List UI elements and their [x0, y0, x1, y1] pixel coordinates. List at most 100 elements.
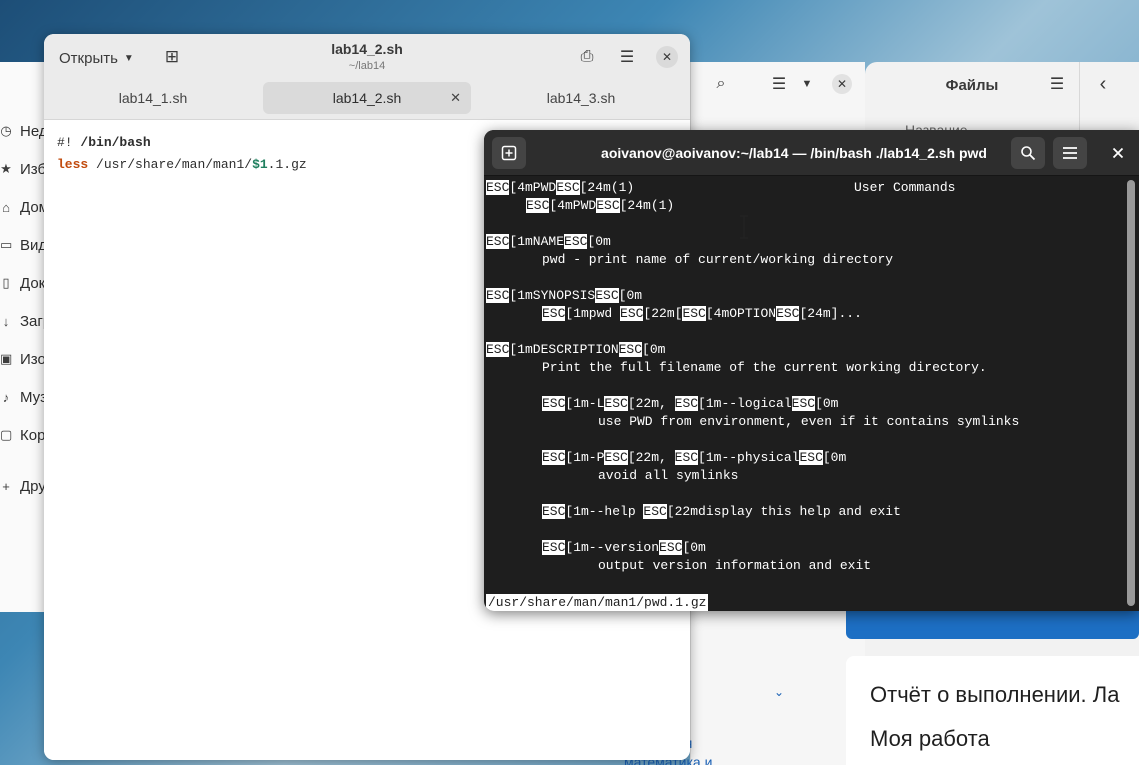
menu-icon[interactable]: [1053, 137, 1087, 169]
document-card: Отчёт о выполнении. Ла Моя работа: [846, 656, 1139, 765]
terminal-line: ESC[4mPWDESC[24m(1) User Commands: [486, 179, 955, 197]
terminal-scrollbar[interactable]: [1127, 180, 1135, 606]
esc-marker: ESC: [486, 180, 510, 195]
home-icon: ⌂: [2, 199, 10, 215]
new-tab-icon[interactable]: [492, 137, 526, 169]
terminal-text: [0m: [587, 234, 611, 249]
sidebar-item-label: Док: [20, 274, 46, 292]
terminal-text: [1m--version: [565, 540, 660, 555]
text-cursor-icon: [739, 215, 749, 239]
esc-marker: ESC: [618, 342, 643, 357]
terminal-text: [1mSYNOPSIS: [509, 288, 596, 303]
esc-marker: ESC: [486, 234, 510, 249]
search-icon[interactable]: ⌕: [709, 72, 733, 96]
terminal-line: use PWD from environment, even if it con…: [598, 414, 1020, 429]
terminal-line: avoid all symlinks: [598, 468, 739, 483]
esc-marker: ESC: [542, 396, 566, 411]
terminal-output[interactable]: ESC[4mPWDESC[24m(1) User Commands ESC[4mP…: [484, 177, 1124, 611]
terminal-text: [1mpwd: [565, 306, 621, 321]
editor-subtitle: ~/lab14: [348, 60, 386, 72]
sidebar-item-starred[interactable]: ★ Изб: [0, 156, 46, 182]
esc-marker: ESC: [791, 396, 816, 411]
tab-label: lab14_2.sh: [332, 90, 402, 106]
close-icon[interactable]: ✕: [450, 90, 461, 106]
sidebar-item-other-locations[interactable]: + Дру: [0, 473, 46, 499]
close-icon[interactable]: ✕: [656, 46, 678, 68]
menu-icon[interactable]: ☰: [1045, 72, 1069, 96]
terminal-line: output version information and exit: [598, 558, 872, 573]
search-icon[interactable]: [1011, 137, 1045, 169]
esc-marker: ESC: [674, 396, 699, 411]
close-icon[interactable]: [1101, 137, 1135, 169]
esc-marker: ESC: [643, 504, 667, 519]
sidebar-item-home[interactable]: ⌂ Дом: [0, 194, 49, 220]
open-button[interactable]: Открыть ▼: [59, 47, 134, 69]
sidebar-item-trash[interactable]: ▢ Кор: [0, 422, 45, 448]
sidebar-item-recent[interactable]: ◷ Нед: [0, 118, 47, 144]
code-line: less /usr/share/man/man1/$1.1.gz: [57, 154, 307, 176]
chevron-down-icon[interactable]: ▼: [797, 72, 817, 96]
terminal-text: [1m--logical: [698, 396, 792, 411]
terminal-text: [0m: [822, 450, 847, 465]
terminal-line: pwd - print name of current/working dire…: [542, 252, 894, 267]
chevron-left-icon[interactable]: ‹: [1091, 72, 1115, 96]
esc-marker: ESC: [556, 180, 580, 195]
sidebar-item-documents[interactable]: ▯ Док: [0, 270, 45, 296]
esc-marker: ESC: [674, 450, 699, 465]
chevron-down-icon: ▼: [123, 52, 134, 64]
tab-label: lab14_3.sh: [546, 90, 616, 106]
terminal-text: [22mdisplay this help and exit: [666, 504, 901, 519]
list-view-icon[interactable]: ☰: [767, 72, 791, 96]
command-keyword: less: [57, 157, 89, 172]
shebang: #!: [57, 135, 73, 150]
editor-headerbar: Открыть ▼ ⊞ lab14_2.sh ~/lab14 ⎙ ☰ ✕: [44, 34, 690, 82]
web-banner: [846, 611, 1139, 639]
tab-lab14-2[interactable]: lab14_2.sh ✕: [263, 82, 471, 114]
terminal-headerbar: aoivanov@aoivanov:~/lab14 — /bin/bash ./…: [484, 130, 1139, 176]
editor-title: lab14_2.sh: [331, 41, 403, 57]
sidebar-item-label: Изо: [20, 350, 46, 368]
star-icon: ★: [0, 161, 12, 176]
tab-lab14-1[interactable]: lab14_1.sh: [50, 82, 256, 114]
sidebar-item-videos[interactable]: ▭ Вид: [0, 232, 47, 258]
esc-marker: ESC: [526, 198, 550, 213]
terminal-line: ESC[1mpwd ESC[22m[ESC[4mOPTIONESC[24m]..…: [542, 305, 862, 323]
esc-marker: ESC: [542, 450, 566, 465]
sidebar-item-pictures[interactable]: ▣ Изо: [0, 346, 46, 372]
esc-marker: ESC: [776, 306, 800, 321]
document-heading: Отчёт о выполнении. Ла: [870, 682, 1120, 707]
terminal-line: ESC[1m-PESC[22m, ESC[1m--physicalESC[0m: [542, 449, 846, 467]
sidebar-item-label: Изб: [20, 160, 47, 178]
sidebar-item-label: Муз: [20, 388, 48, 406]
tab-lab14-3[interactable]: lab14_3.sh: [478, 82, 684, 114]
esc-marker: ESC: [542, 306, 566, 321]
terminal-title: aoivanov@aoivanov:~/lab14 — /bin/bash ./…: [601, 145, 987, 161]
terminal-text: [24m(1): [619, 198, 675, 213]
esc-marker: ESC: [799, 450, 823, 465]
pager-status-line: /usr/share/man/man1/pwd.1.gz: [486, 594, 709, 611]
terminal-line: ESC[1mDESCRIPTIONESC[0m: [486, 341, 665, 359]
terminal-line: ESC[4mPWDESC[24m(1): [526, 197, 674, 215]
terminal-line: Print the full filename of the current w…: [542, 360, 987, 375]
new-tab-icon[interactable]: ⊞: [162, 46, 182, 68]
esc-marker: ESC: [596, 198, 620, 213]
clock-icon: ◷: [0, 123, 12, 138]
terminal-text: [1m--help: [565, 504, 644, 519]
sidebar-item-label: Кор: [20, 426, 46, 444]
terminal-line: ESC[1m-LESC[22m, ESC[1m--logicalESC[0m: [542, 395, 838, 413]
terminal-text: [1mDESCRIPTION: [509, 342, 619, 357]
chevron-down-icon[interactable]: ⌄: [769, 682, 789, 702]
close-icon[interactable]: ✕: [832, 74, 852, 94]
terminal-text: [22m,: [627, 450, 675, 465]
image-icon: ▣: [0, 351, 13, 366]
terminal-text: [0m: [682, 540, 706, 555]
save-icon[interactable]: ⎙: [576, 46, 598, 68]
code-line: #! /bin/bash: [57, 132, 151, 154]
esc-marker: ESC: [542, 540, 566, 555]
terminal-text: [0m: [618, 288, 643, 303]
terminal-window: aoivanov@aoivanov:~/lab14 — /bin/bash ./…: [484, 130, 1139, 611]
esc-marker: ESC: [604, 450, 628, 465]
menu-icon[interactable]: ☰: [616, 46, 638, 68]
esc-marker: ESC: [620, 306, 644, 321]
sidebar-item-music[interactable]: ♪ Муз: [0, 384, 47, 410]
